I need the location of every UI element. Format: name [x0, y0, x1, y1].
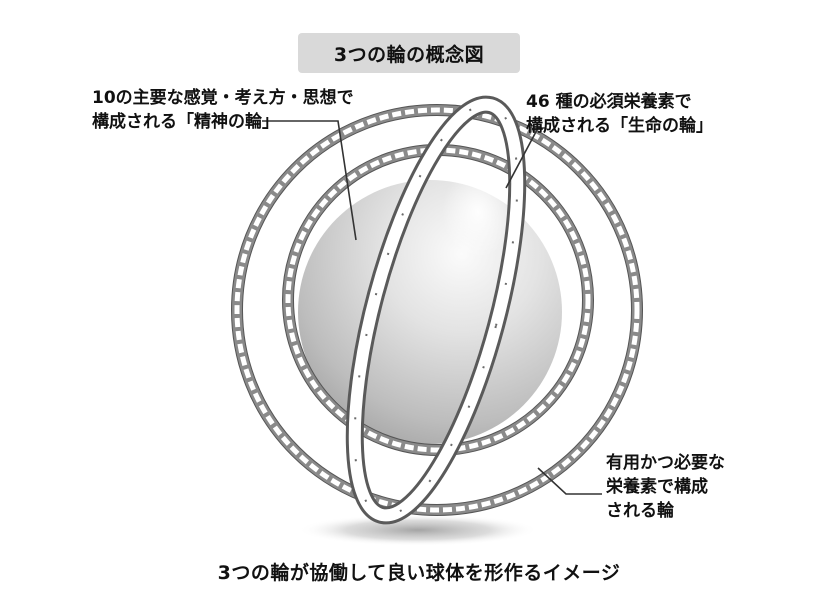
label-useful-line3: される輪 — [606, 501, 674, 521]
label-useful-line2: 栄養素で構成 — [606, 477, 708, 497]
label-spirit-line2: 構成される「精神の輪」 — [92, 112, 279, 132]
label-life-line2: 構成される「生命の輪」 — [526, 116, 713, 136]
label-life-line1: 46 種の必須栄養素で — [526, 92, 692, 112]
label-useful-ring: 有用かつ必要な 栄養素で構成 される輪 — [606, 451, 725, 523]
label-life-ring: 46 種の必須栄養素で 構成される「生命の輪」 — [526, 90, 713, 138]
label-spirit-ring: 10の主要な感覚・考え方・思想で 構成される「精神の輪」 — [92, 86, 354, 134]
sphere-highlight — [442, 166, 514, 258]
label-spirit-line1: 10の主要な感覚・考え方・思想で — [92, 88, 354, 108]
diagram-title-text: 3つの輪の概念図 — [333, 43, 485, 66]
diagram-title: 3つの輪の概念図 — [298, 33, 520, 73]
sphere-shadow — [298, 514, 538, 546]
diagram-caption: 3つの輪が協働して良い球体を形作るイメージ — [217, 562, 621, 584]
label-useful-line1: 有用かつ必要な — [606, 453, 725, 473]
